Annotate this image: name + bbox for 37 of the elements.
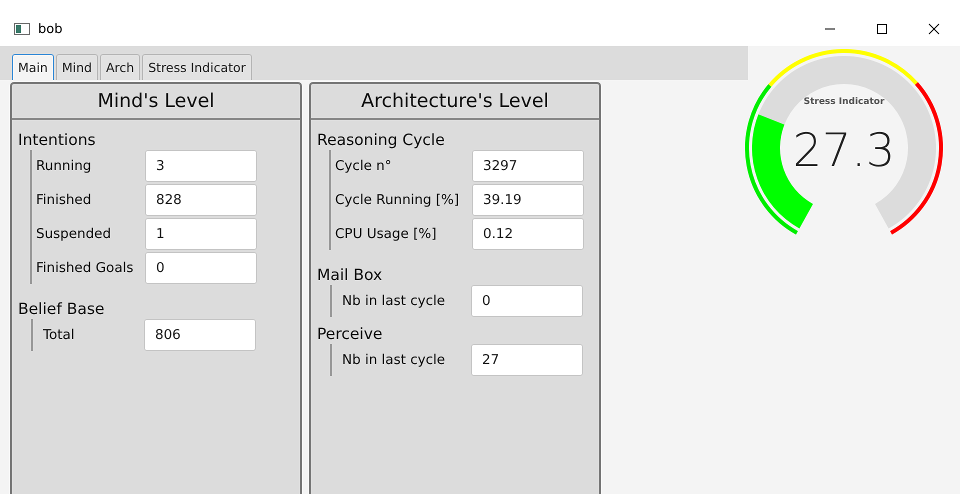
- value-field[interactable]: 0: [145, 252, 257, 284]
- section-title: Reasoning Cycle: [317, 131, 446, 149]
- field-label: Running: [36, 158, 92, 174]
- section-title: Belief Base: [18, 300, 106, 318]
- field-label: Suspended: [36, 226, 112, 242]
- value-field[interactable]: 0: [471, 285, 583, 317]
- section-title: Perceive: [317, 325, 384, 343]
- gauge-title: Stress Indicator: [804, 97, 884, 107]
- field-label: Finished: [36, 192, 92, 208]
- window-title: bob: [38, 22, 64, 36]
- panel-title: Architecture's Level: [311, 84, 599, 120]
- tab[interactable]: Stress Indicator: [142, 54, 252, 80]
- section-title: Mail Box: [317, 266, 384, 284]
- panel-title: Mind's Level: [12, 84, 300, 120]
- section-title: Intentions: [18, 131, 97, 149]
- tab[interactable]: Arch: [100, 54, 140, 80]
- field-label: CPU Usage [%]: [335, 226, 438, 242]
- tab[interactable]: Main: [12, 54, 54, 80]
- app-icon: [14, 23, 30, 35]
- tab[interactable]: Mind: [56, 54, 98, 80]
- field-label: Nb in last cycle: [342, 293, 446, 309]
- gauge-reading: 27.3: [792, 123, 896, 177]
- value-field[interactable]: 3297: [472, 150, 584, 182]
- field-label: Cycle n°: [335, 158, 392, 174]
- field-label: Total: [43, 327, 76, 343]
- field-label: Finished Goals: [36, 260, 134, 276]
- value-field[interactable]: 828: [145, 184, 257, 216]
- field-label: Nb in last cycle: [342, 352, 446, 368]
- close-icon: [928, 23, 940, 35]
- maximize-icon: [876, 23, 888, 35]
- value-field[interactable]: 1: [145, 218, 257, 250]
- value-field[interactable]: 39.19: [472, 184, 584, 216]
- value-field[interactable]: 3: [145, 150, 257, 182]
- value-field[interactable]: 0.12: [472, 218, 584, 250]
- value-field[interactable]: 806: [144, 319, 256, 351]
- field-label: Cycle Running [%]: [335, 192, 460, 208]
- value-field[interactable]: 27: [471, 344, 583, 376]
